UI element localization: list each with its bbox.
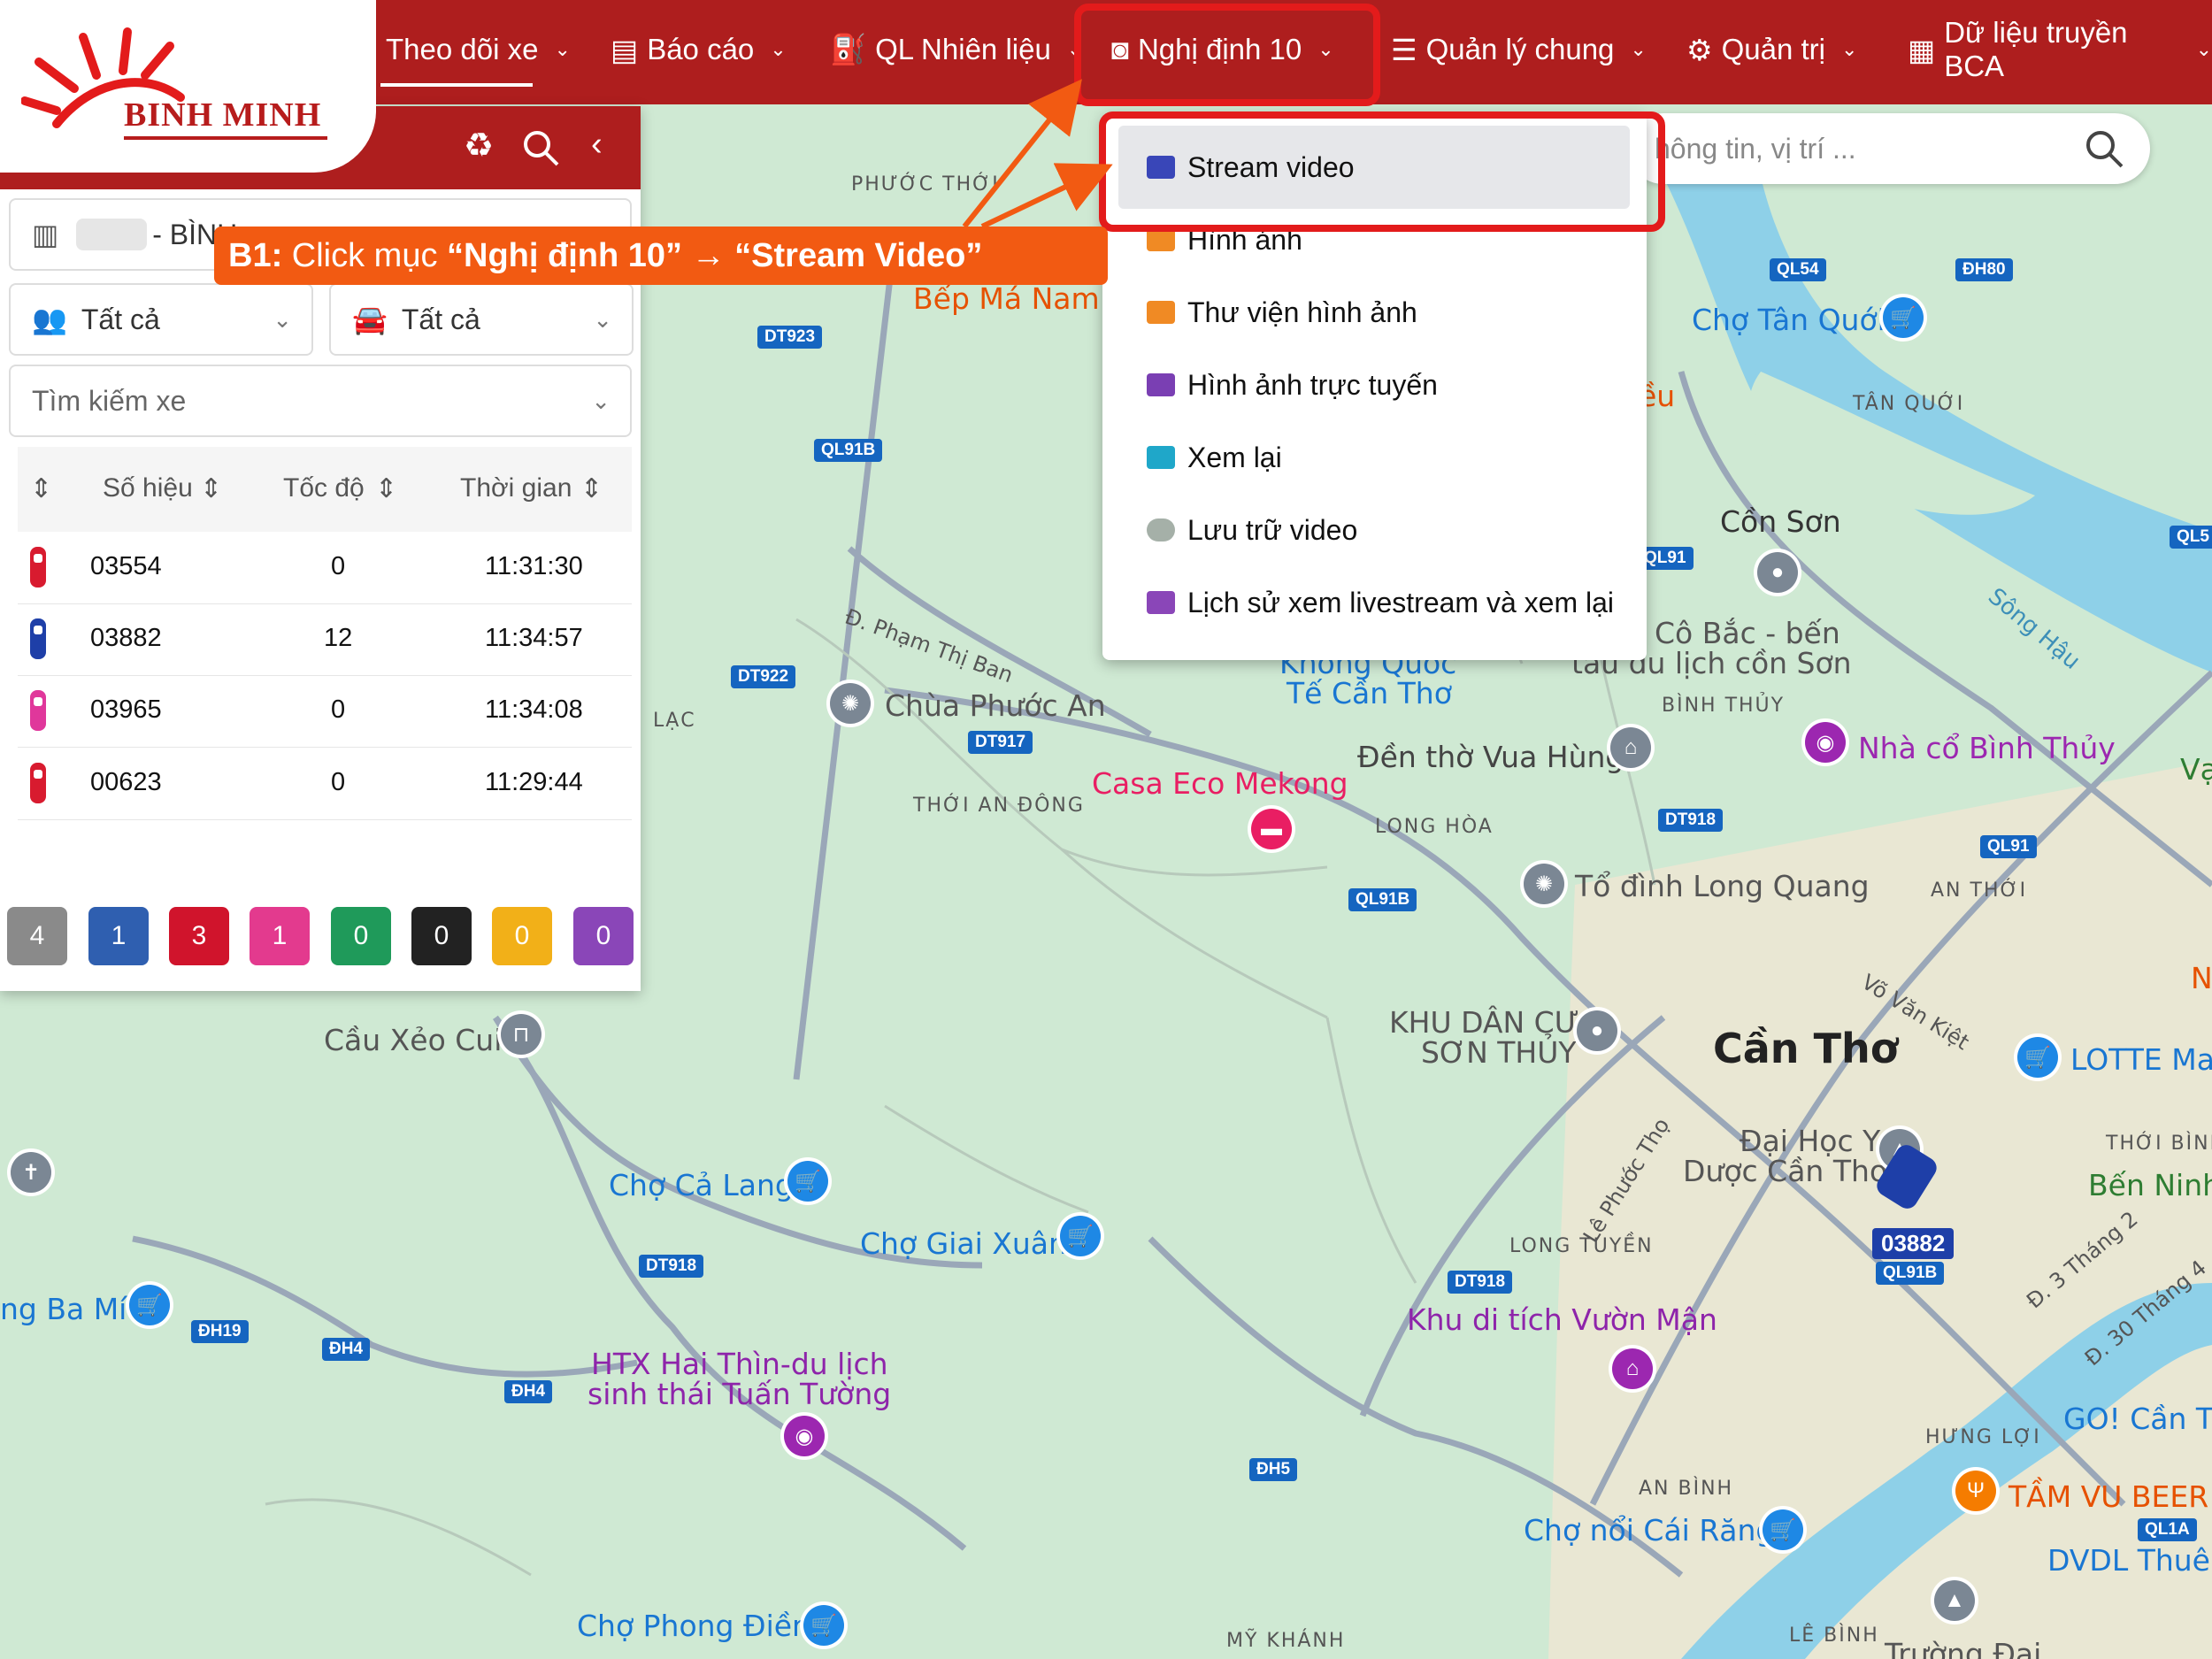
callout-text: Click mục [282,236,448,274]
callout-step: B1: [228,236,283,274]
callout-arrow: → [682,236,735,274]
callout-target-1: “Nghị định 10” [447,236,683,274]
callout-target-2: “Stream Video” [734,236,983,274]
instruction-callout: B1: Click mục “Nghị định 10” → “Stream V… [214,227,1108,285]
